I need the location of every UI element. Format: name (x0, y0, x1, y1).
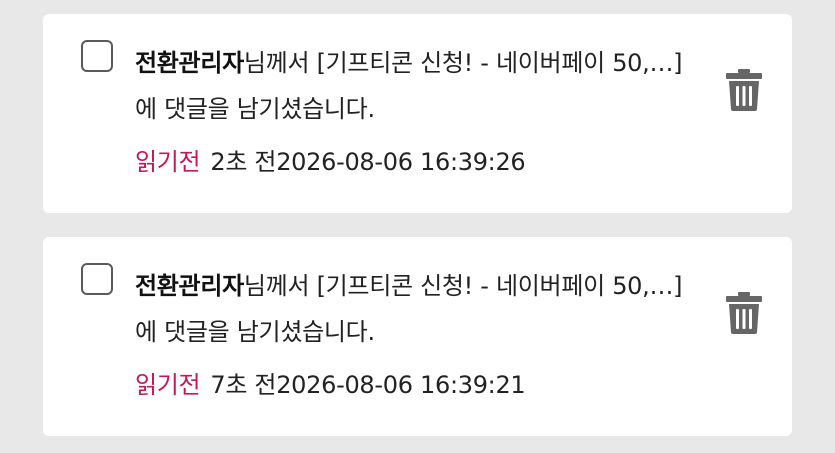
author-name: 전환관리자 (135, 272, 244, 300)
notification-card[interactable]: 전환관리자님께서 [기프티콘 신청! - 네이버페이 50,…] 에 댓글을 남… (43, 14, 792, 213)
notification-message[interactable]: 전환관리자님께서 [기프티콘 신청! - 네이버페이 50,…] 에 댓글을 남… (135, 263, 695, 355)
read-status: 읽기전 (135, 371, 201, 399)
read-status: 읽기전 (135, 148, 201, 176)
timestamp: 2026-08-06 16:39:21 (276, 371, 526, 399)
notification-meta: 읽기전 7초 전2026-08-06 16:39:21 (135, 365, 526, 405)
notification-card[interactable]: 전환관리자님께서 [기프티콘 신청! - 네이버페이 50,…] 에 댓글을 남… (43, 237, 792, 436)
author-name: 전환관리자 (135, 49, 244, 77)
delete-button[interactable] (726, 69, 762, 111)
notification-message[interactable]: 전환관리자님께서 [기프티콘 신청! - 네이버페이 50,…] 에 댓글을 남… (135, 40, 695, 132)
trash-icon (726, 69, 762, 111)
delete-button[interactable] (726, 292, 762, 334)
relative-time: 2초 전 (210, 148, 277, 176)
timestamp: 2026-08-06 16:39:26 (276, 148, 526, 176)
select-checkbox[interactable] (81, 263, 113, 295)
select-checkbox[interactable] (81, 40, 113, 72)
notification-meta: 읽기전 2초 전2026-08-06 16:39:26 (135, 142, 526, 182)
relative-time: 7초 전 (210, 371, 277, 399)
trash-icon (726, 292, 762, 334)
